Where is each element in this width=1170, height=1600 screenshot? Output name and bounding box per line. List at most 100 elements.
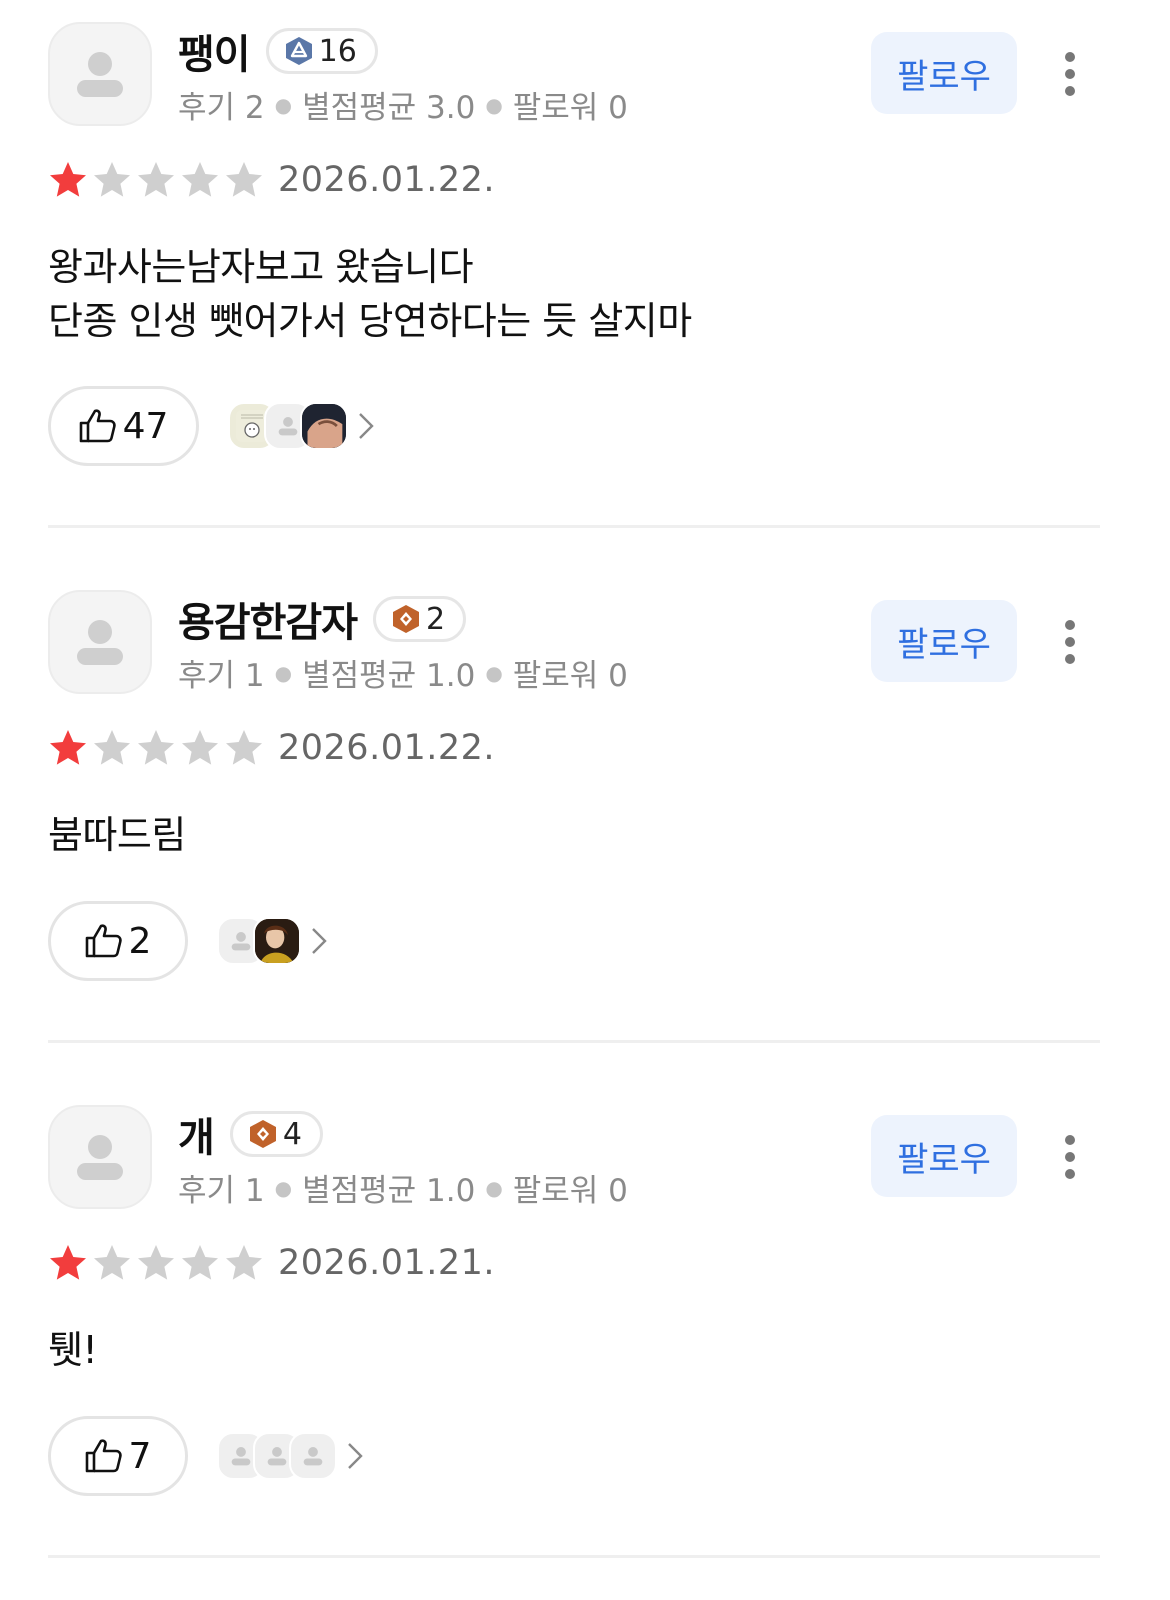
more-options-icon[interactable] [1050,614,1090,670]
username[interactable]: 용감한감자 [178,590,358,648]
average-rating: 별점평균 3.0 [302,90,476,126]
liked-users[interactable] [217,917,327,965]
user-stats: 후기 2 ● 별점평균 3.0 ● 팔로워 0 [178,82,628,127]
separator-dot: ● [274,660,293,685]
review-card: 용감한감자 2 후기 1 ● 별점평균 1.0 ● 팔로워 0 팔로우 2026… [0,568,1170,1096]
thumbs-up-icon [85,924,122,958]
review-list: 팽이 16 후기 2 ● 별점평균 3.0 ● 팔로워 0 팔로우 2026.0… [0,0,1170,1600]
user-stats: 후기 1 ● 별점평균 1.0 ● 팔로워 0 [178,1165,628,1210]
separator-dot: ● [485,660,503,685]
level-number: 16 [318,33,357,69]
level-badge: 2 [373,596,467,642]
follower-count: 팔로워 0 [512,658,628,694]
default-user-icon [231,1447,251,1466]
username[interactable]: 팽이 [178,22,251,80]
review-card: 개 4 후기 1 ● 별점평균 1.0 ● 팔로워 0 팔로우 2026.01.… [0,1083,1170,1600]
review-card: 팽이 16 후기 2 ● 별점평균 3.0 ● 팔로워 0 팔로우 2026.0… [0,0,1170,528]
level-badge: 16 [265,28,378,74]
rating-row: 2026.01.22. [48,726,495,770]
user-name-row: 용감한감자 2 [178,594,467,646]
level-number: 4 [282,1116,302,1152]
more-options-icon[interactable] [1050,1129,1090,1185]
star-filled-icon [50,730,86,765]
more-options-icon[interactable] [1050,46,1090,102]
liked-users[interactable] [228,402,374,450]
separator-dot: ● [274,92,293,117]
star-empty-icon [226,1245,262,1280]
star-empty-icon [94,1245,130,1280]
review-date: 2026.01.22. [278,160,496,200]
thumbs-up-icon [85,1439,122,1473]
like-count: 7 [128,1435,152,1477]
level-badge: 4 [229,1111,323,1157]
average-rating: 별점평균 1.0 [302,1173,476,1209]
star-empty-icon [182,730,218,765]
default-user-icon [77,52,123,97]
divider [48,1555,1100,1558]
chevron-right-icon [312,928,327,954]
blue-level-badge-icon [285,37,312,65]
default-user-icon [267,1447,287,1466]
star-empty-icon [182,1245,218,1280]
user-avatar[interactable] [48,22,152,126]
rating-row: 2026.01.21. [48,1241,495,1285]
chevron-right-icon [359,413,374,439]
star-empty-icon [182,162,218,197]
photo-avatar [300,402,348,450]
star-rating [48,160,264,200]
user-stats: 후기 1 ● 별점평균 1.0 ● 팔로워 0 [178,650,628,695]
star-empty-icon [94,162,130,197]
star-empty-icon [94,730,130,765]
thumbs-up-icon [79,409,116,443]
star-empty-icon [138,162,174,197]
like-button[interactable]: 7 [48,1416,188,1496]
like-count: 47 [122,405,169,447]
follower-count: 팔로워 0 [512,1173,628,1209]
like-button[interactable]: 2 [48,901,188,981]
star-rating [48,728,264,768]
default-user-icon [77,1135,123,1180]
liked-users[interactable] [217,1432,363,1480]
separator-dot: ● [274,1175,293,1200]
average-rating: 별점평균 1.0 [302,658,476,694]
separator-dot: ● [485,92,503,117]
star-rating [48,1243,264,1283]
review-date: 2026.01.21. [278,1243,496,1283]
star-empty-icon [226,162,262,197]
star-empty-icon [138,730,174,765]
review-text: 붐따드림 [48,813,186,857]
review-text: 왕과사는남자보고 왔습니다 단종 인생 뺏어가서 당연하다는 듯 살지마 [48,245,692,343]
bronze-level-badge-icon [249,1120,276,1148]
follow-button[interactable]: 팔로우 [871,32,1017,114]
follow-button[interactable]: 팔로우 [871,600,1017,682]
user-name-row: 개 4 [178,1109,323,1161]
review-date: 2026.01.22. [278,728,496,768]
separator-dot: ● [485,1175,503,1200]
bronze-level-badge-icon [393,605,419,633]
follow-button[interactable]: 팔로우 [871,1115,1017,1197]
rating-row: 2026.01.22. [48,158,495,202]
like-button[interactable]: 47 [48,386,199,466]
profile-photo-icon [302,404,346,448]
divider [48,1040,1100,1043]
default-user-icon [231,932,251,951]
like-count: 2 [128,920,152,962]
star-empty-icon [138,1245,174,1280]
level-number: 2 [426,601,446,637]
default-avatar [289,1432,337,1480]
user-name-row: 팽이 16 [178,26,378,78]
default-user-icon [77,620,123,665]
review-count: 후기 2 [178,90,265,126]
star-filled-icon [50,162,86,197]
profile-photo-icon [255,919,299,963]
user-avatar[interactable] [48,590,152,694]
default-user-icon [278,417,298,436]
review-text: 퉷! [48,1328,98,1372]
star-filled-icon [50,1245,86,1280]
user-avatar[interactable] [48,1105,152,1209]
review-count: 후기 1 [178,1173,265,1209]
default-user-icon [303,1447,323,1466]
photo-avatar [253,917,301,965]
divider [48,525,1100,528]
username[interactable]: 개 [178,1105,215,1163]
